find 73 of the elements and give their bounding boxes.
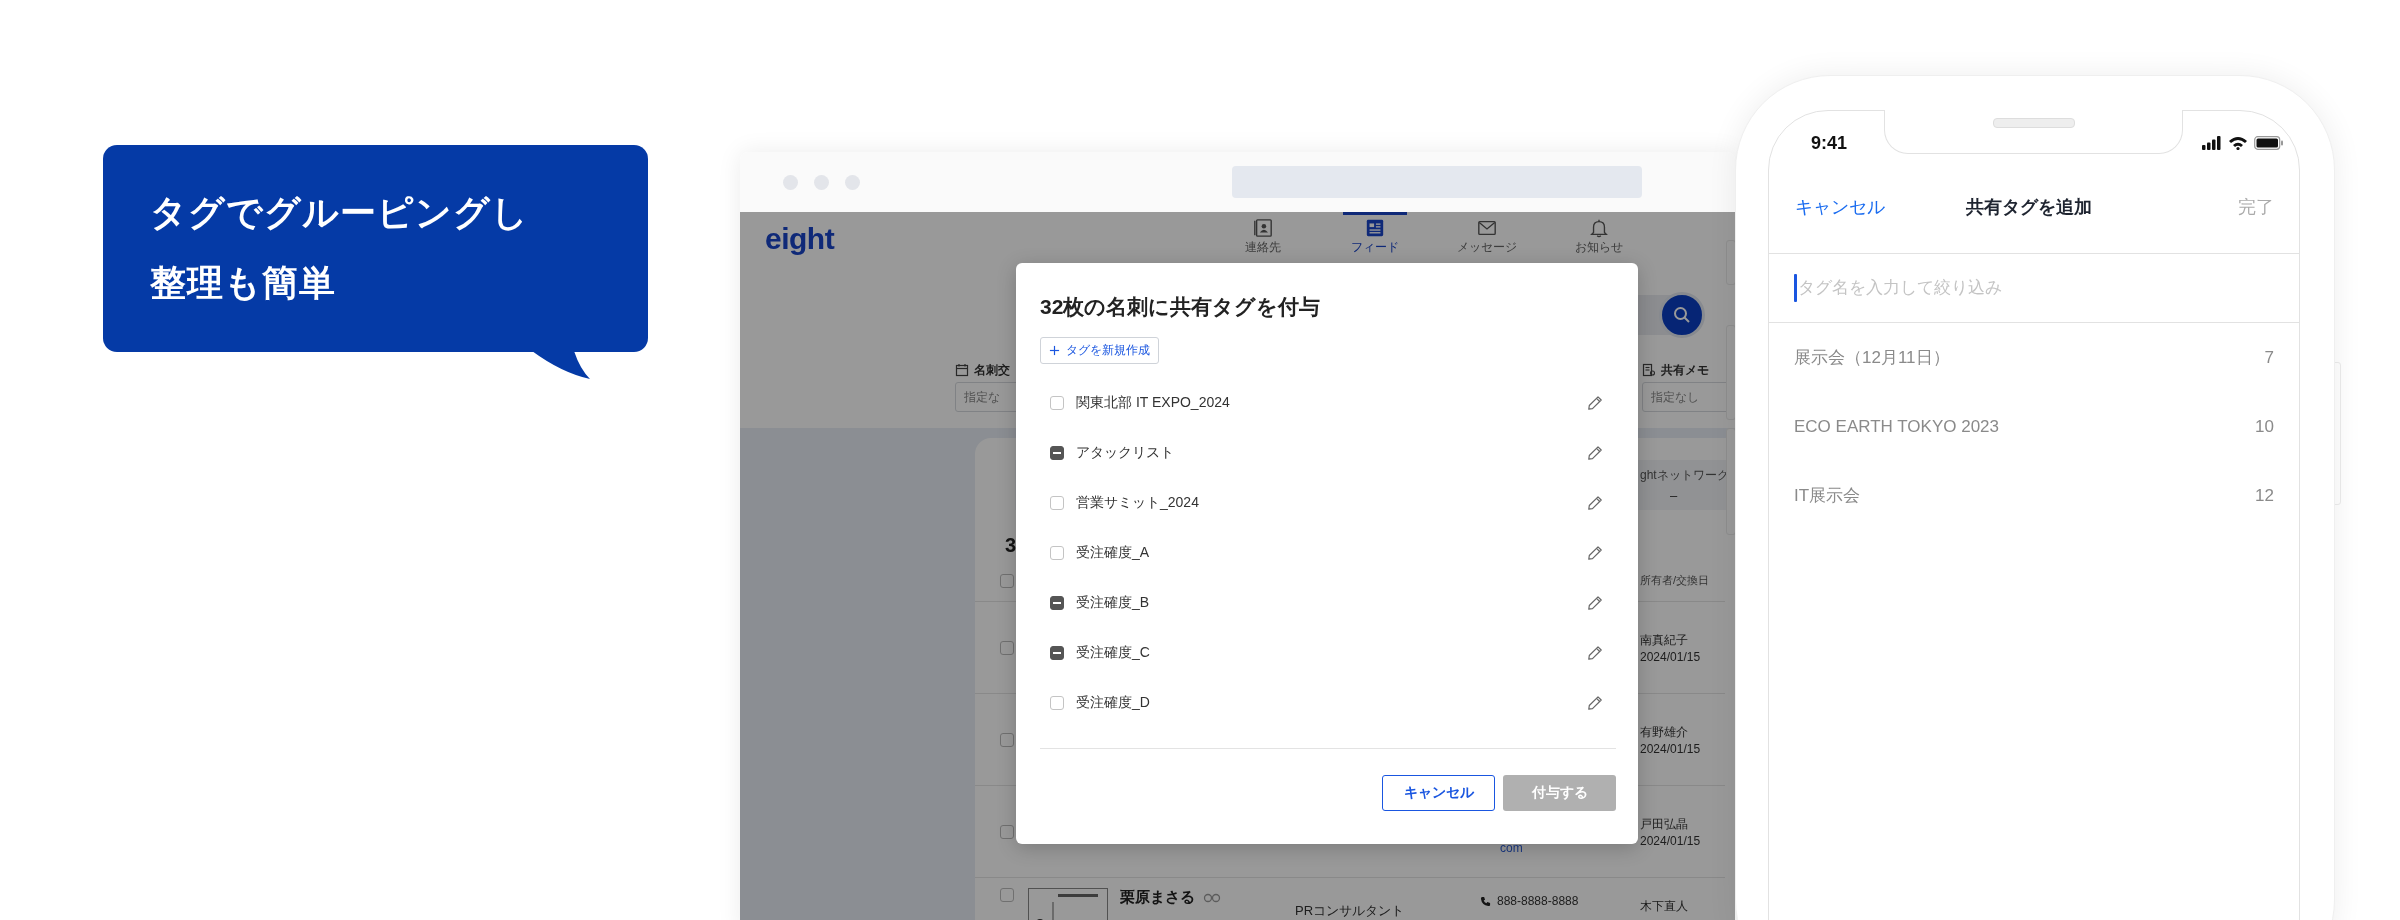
nav-tab[interactable]: 連絡先 [1231, 212, 1295, 262]
owner-name: 南真紀子 [1640, 631, 1689, 649]
cancel-button[interactable]: キャンセル [1783, 195, 1897, 219]
memo-icon [1642, 363, 1656, 377]
exchange-date: 2024/01/15 [1640, 649, 1702, 664]
signal-icon [2202, 136, 2222, 150]
checkbox[interactable] [1000, 573, 1014, 588]
edit-icon[interactable] [1587, 495, 1603, 511]
tag-name[interactable]: 受注確度_A [1076, 544, 1587, 562]
wifi-icon [2228, 136, 2248, 150]
list-title: 3 [1004, 533, 1018, 558]
checkbox[interactable] [1000, 640, 1014, 655]
tag-name[interactable]: 営業サミット_2024 [1076, 494, 1587, 512]
cancel-button[interactable]: キャンセル [1382, 775, 1495, 811]
checkbox[interactable] [1050, 546, 1064, 560]
stats-value: – [1670, 488, 1678, 503]
search-field[interactable]: タグ名を入力して絞り込み [1797, 278, 2198, 298]
person-name[interactable]: 栗原まさる [1120, 888, 1195, 907]
tag-name[interactable]: 受注確度_B [1076, 594, 1587, 612]
feed-icon [1365, 218, 1385, 238]
column-header: 所有者/交換日 [1640, 573, 1711, 588]
tag-name[interactable]: アタックリスト [1076, 444, 1587, 462]
contact-card-icon [1253, 218, 1273, 238]
text-cursor [1794, 274, 1797, 302]
email-link[interactable]: com [1500, 841, 1640, 855]
checkbox[interactable] [1050, 396, 1064, 410]
search-button[interactable] [1659, 292, 1705, 338]
filter-label: 共有メモ [1661, 361, 1709, 379]
screen-title: 共有タグを追加 [1965, 196, 2092, 219]
edit-icon[interactable] [1587, 645, 1603, 661]
bell-icon [1589, 218, 1609, 238]
edit-icon[interactable] [1587, 445, 1603, 461]
exchange-date: 2024/01/15 [1640, 833, 1702, 848]
filter-label: 名刺交 [974, 361, 1010, 379]
checkbox[interactable] [1050, 646, 1064, 660]
owner-name: 戸田弘晶 [1640, 815, 1689, 833]
edit-icon[interactable] [1587, 695, 1603, 711]
job-title: PRコンサルタント [1295, 902, 1405, 920]
tag-list-item[interactable]: ECO EARTH TOKYO 2023 10 [1769, 392, 2299, 461]
status-time: 9:41 [1811, 132, 1848, 154]
search-icon [1672, 305, 1692, 325]
phone-number: 888-8888-8888 [1497, 894, 1579, 908]
edit-icon[interactable] [1587, 395, 1603, 411]
exchange-date: 2024/01/15 [1640, 741, 1702, 756]
checkbox[interactable] [1050, 496, 1064, 510]
checkbox[interactable] [1050, 696, 1064, 710]
nav-tab[interactable]: お知らせ [1567, 212, 1631, 262]
checkbox[interactable] [1050, 596, 1064, 610]
tag-list-item[interactable]: 展示会（12月11日） 7 [1769, 323, 2299, 392]
phone-icon [1480, 895, 1491, 907]
checkbox[interactable] [1000, 888, 1014, 902]
new-tag-button[interactable]: タグを新規作成 [1040, 337, 1159, 364]
calendar-icon [955, 363, 969, 377]
owner-name: 有野雄介 [1640, 723, 1689, 741]
plus-icon [1049, 345, 1060, 356]
battery-icon [2254, 136, 2284, 150]
tag-name[interactable]: 受注確度_C [1076, 644, 1587, 662]
edit-icon[interactable] [1587, 545, 1603, 561]
nav-tab[interactable]: メッセージ [1455, 212, 1519, 262]
checkbox[interactable] [1000, 824, 1014, 839]
checkbox[interactable] [1000, 732, 1014, 747]
dialog-title: 32枚の名刺に共有タグを付与 [1040, 294, 1321, 320]
edit-icon[interactable] [1587, 595, 1603, 611]
double-circle-icon [1203, 892, 1221, 903]
owner-name: 木下直人 [1640, 898, 1689, 915]
logo[interactable]: eight [765, 222, 835, 255]
headline-text: タグでグルーピングし [150, 191, 529, 235]
checkbox[interactable] [1050, 446, 1064, 460]
tag-name[interactable]: 受注確度_D [1076, 694, 1587, 712]
headline-text: 整理も簡単 [150, 261, 336, 305]
tag-list-item[interactable]: IT展示会 12 [1769, 461, 2299, 530]
tag-name[interactable]: 関東北部 IT EXPO_2024 [1076, 394, 1587, 412]
envelope-icon [1477, 218, 1497, 238]
